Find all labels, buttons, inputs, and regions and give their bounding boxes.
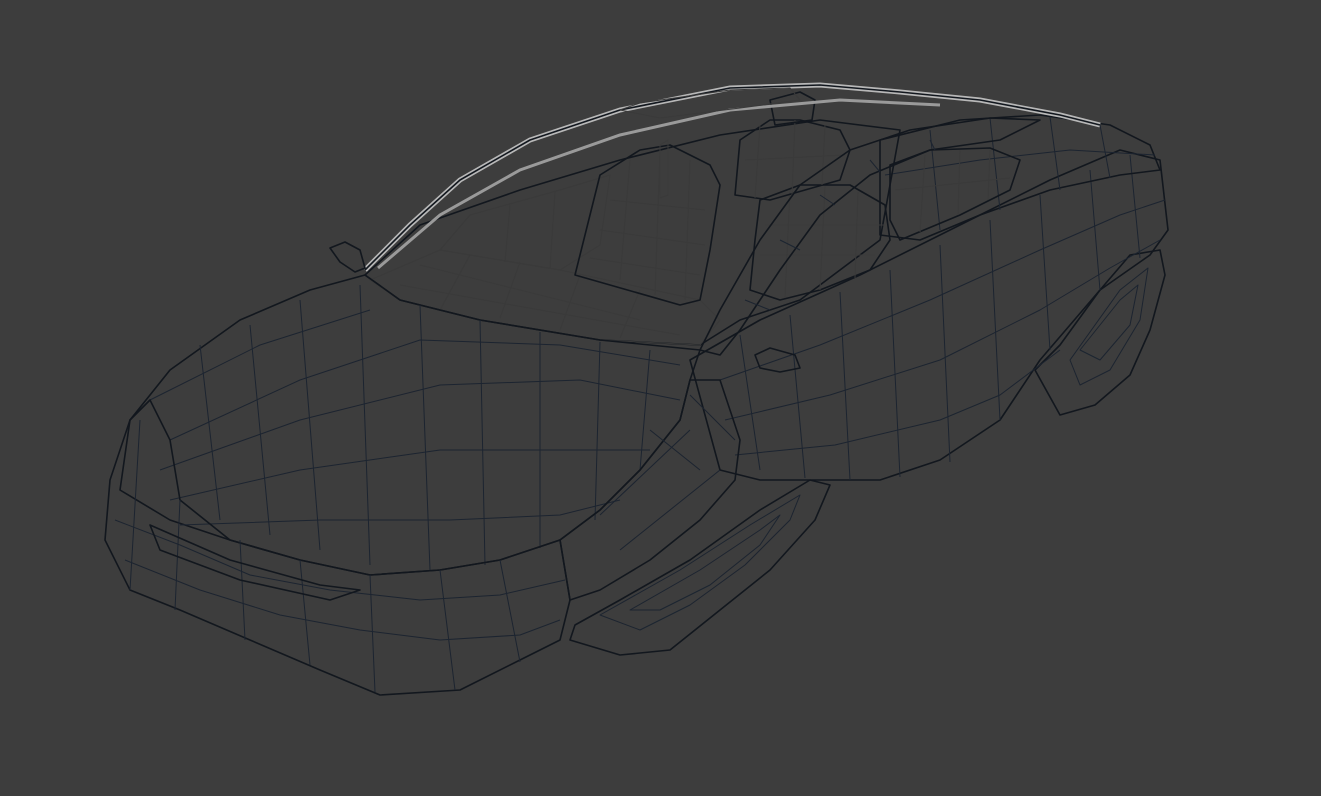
roof-frame bbox=[363, 82, 1101, 272]
rear-hover-pod bbox=[1034, 249, 1166, 416]
b-pillar bbox=[699, 117, 1041, 356]
car-mesh-render bbox=[104, 82, 1169, 696]
side-mirror-left bbox=[329, 241, 366, 273]
front-seat-left bbox=[574, 139, 721, 306]
front-bumper bbox=[104, 399, 571, 696]
car-hood bbox=[119, 274, 701, 576]
front-fender bbox=[559, 379, 741, 601]
3d-viewport[interactable] bbox=[0, 0, 1321, 796]
car-roof-rear bbox=[879, 114, 1161, 241]
